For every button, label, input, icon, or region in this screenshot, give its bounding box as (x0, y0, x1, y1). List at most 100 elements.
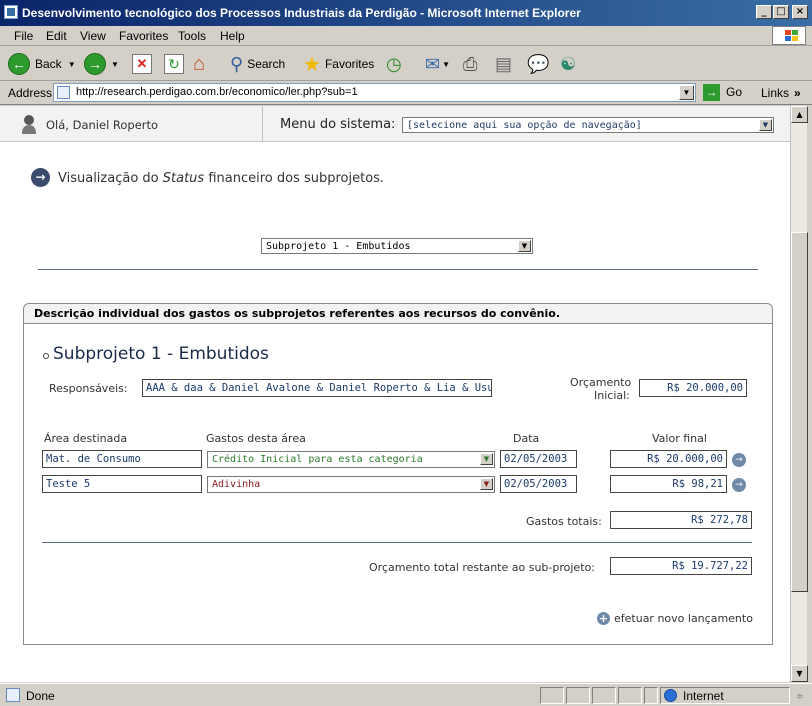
maximize-button[interactable]: □ (773, 5, 789, 19)
mail-icon: ✉ (425, 53, 441, 74)
search-button[interactable]: ⚲ Search (230, 52, 285, 76)
row1-gasto-dropdown-icon[interactable]: ▼ (480, 453, 493, 465)
history-button[interactable]: ◷ (386, 52, 402, 76)
go-button[interactable]: → Go (703, 82, 742, 102)
refresh-button[interactable]: ↻ (164, 52, 184, 76)
stop-button[interactable]: ✕ (132, 52, 152, 76)
ie-icon (4, 5, 18, 19)
row2-go-icon[interactable]: → (732, 478, 746, 492)
status-text: Done (26, 689, 55, 703)
back-arrow-icon: ← (8, 53, 30, 75)
responsaveis-field: AAA & daa & Daniel Avalone & Daniel Rope… (142, 379, 492, 397)
edit-button[interactable]: ▤ (495, 52, 512, 76)
go-arrow-icon: → (703, 83, 720, 101)
novo-lancamento-label: efetuar novo lançamento (614, 612, 753, 625)
row2-gasto-select[interactable]: Adivinha ▼ (207, 476, 495, 493)
subproject-select[interactable]: Subprojeto 1 - Embutidos ▼ (261, 238, 533, 254)
row1-gasto-value: Crédito Inicial para esta categoria (212, 454, 423, 465)
address-label: Address (8, 86, 53, 100)
windows-logo-icon (772, 26, 806, 45)
page-header: Olá, Daniel Roperto Menu do sistema: [se… (0, 106, 790, 142)
forward-arrow-icon: → (84, 53, 106, 75)
title-bar: Desenvolvimento tecnológico dos Processo… (0, 0, 812, 26)
row1-area-field[interactable]: Mat. de Consumo (42, 450, 202, 468)
status-bar: Done Internet ≑ (0, 683, 812, 706)
zone-text: Internet (683, 689, 724, 703)
row2-gasto-dropdown-icon[interactable]: ▼ (480, 478, 493, 490)
favorites-label: Favorites (324, 57, 375, 71)
row1-go-icon[interactable]: → (732, 453, 746, 467)
plus-circle-icon: + (597, 612, 610, 625)
col-gastos-header: Gastos desta área (206, 432, 306, 445)
back-button[interactable]: ← Back ▼ (8, 52, 76, 76)
menu-file[interactable]: File (14, 29, 33, 43)
orcamento-label-line2: Inicial: (594, 389, 630, 402)
vertical-scrollbar[interactable]: ▲ ▼ (790, 106, 808, 682)
address-url: http://research.perdigao.com.br/economic… (76, 86, 358, 98)
history-icon: ◷ (386, 53, 402, 74)
novo-lancamento-link[interactable]: + efetuar novo lançamento (597, 612, 753, 625)
menu-edit[interactable]: Edit (46, 29, 67, 43)
refresh-icon: ↻ (164, 54, 184, 74)
home-icon: ⌂ (193, 52, 206, 75)
menu-label: Menu do sistema: (280, 117, 396, 132)
edit-icon: ▤ (495, 53, 513, 74)
row2-area-field[interactable]: Teste 5 (42, 475, 202, 493)
system-menu-dropdown-icon[interactable]: ▼ (759, 119, 772, 131)
messenger-button[interactable]: ☯ (560, 52, 576, 76)
page-icon (57, 86, 70, 99)
address-dropdown-icon[interactable]: ▼ (679, 85, 694, 100)
page-viewport: Olá, Daniel Roperto Menu do sistema: [se… (0, 106, 790, 682)
address-bar: Address http://research.perdigao.com.br/… (0, 81, 812, 105)
scroll-thumb[interactable] (791, 232, 808, 592)
row2-data-field[interactable]: 02/05/2003 (500, 475, 577, 493)
totals-divider (42, 542, 752, 543)
window-title: Desenvolvimento tecnológico dos Processo… (22, 6, 581, 20)
section-divider (38, 269, 758, 270)
stop-icon: ✕ (132, 54, 152, 74)
discuss-icon: 💬 (527, 53, 550, 74)
forward-button[interactable]: → ▼ (84, 52, 119, 76)
scroll-down-icon[interactable]: ▼ (791, 665, 808, 682)
mail-dropdown-icon[interactable]: ▼ (442, 60, 450, 69)
back-dropdown-icon[interactable]: ▼ (68, 60, 76, 69)
links-chevron-icon[interactable]: » (794, 86, 801, 100)
header-divider (262, 106, 263, 142)
links-label[interactable]: Links (761, 86, 789, 100)
page-title: Visualização do Status financeiro dos su… (58, 171, 384, 186)
menu-favorites[interactable]: Favorites (119, 29, 168, 43)
subproject-dropdown-icon[interactable]: ▼ (518, 240, 531, 252)
system-menu-select[interactable]: [selecione aqui sua opção de navegação] … (402, 117, 774, 133)
resize-grip-icon[interactable]: ≑ (796, 692, 804, 702)
gastos-totais-field: R$ 272,78 (610, 511, 752, 529)
row1-valor-field[interactable]: R$ 20.000,00 (610, 450, 727, 468)
status-cell-5 (644, 687, 658, 704)
forward-dropdown-icon[interactable]: ▼ (111, 60, 119, 69)
back-label: Back (35, 57, 62, 71)
scroll-up-icon[interactable]: ▲ (791, 106, 808, 123)
status-cell-2 (566, 687, 590, 704)
responsaveis-label: Responsáveis: (49, 382, 128, 395)
col-data-header: Data (513, 432, 540, 445)
menu-tools[interactable]: Tools (178, 29, 206, 43)
status-cell-1 (540, 687, 564, 704)
panel-title: Descrição individual dos gastos os subpr… (24, 304, 772, 324)
discuss-button[interactable]: 💬 (527, 52, 549, 76)
subproject-select-value: Subprojeto 1 - Embutidos (266, 241, 411, 252)
menu-help[interactable]: Help (220, 29, 245, 43)
minimize-button[interactable]: _ (756, 5, 772, 19)
close-button[interactable]: × (792, 5, 808, 19)
address-input[interactable]: http://research.perdigao.com.br/economic… (53, 83, 696, 102)
row1-gasto-select[interactable]: Crédito Inicial para esta categoria ▼ (207, 451, 495, 468)
go-label: Go (726, 85, 743, 99)
menu-view[interactable]: View (80, 29, 106, 43)
favorites-button[interactable]: ★ Favorites (303, 52, 374, 76)
print-icon: ⎙ (463, 53, 478, 74)
row1-data-field[interactable]: 02/05/2003 (500, 450, 577, 468)
mail-button[interactable]: ✉ ▼ (425, 52, 450, 76)
home-button[interactable]: ⌂ (193, 52, 205, 76)
row2-valor-field[interactable]: R$ 98,21 (610, 475, 727, 493)
print-button[interactable]: ⎙ (463, 52, 477, 76)
orcamento-inicial-field: R$ 20.000,00 (639, 379, 747, 397)
subproject-title: Subprojeto 1 - Embutidos (53, 344, 269, 364)
